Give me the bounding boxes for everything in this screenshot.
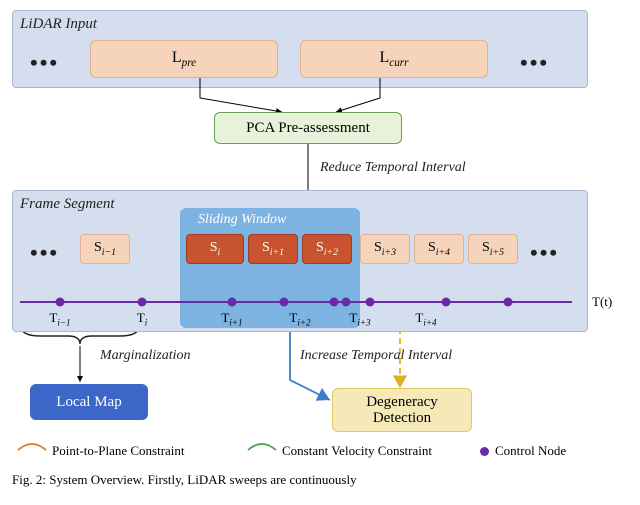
label: Local Map	[56, 394, 121, 411]
label: Si+1	[262, 240, 284, 258]
legend-ptp: Point-to-Plane Constraint	[52, 443, 185, 459]
label: Degeneracy	[366, 394, 438, 411]
figure-number: Fig. 2:	[12, 472, 46, 487]
figure-caption: Fig. 2: System Overview. Firstly, LiDAR …	[12, 472, 622, 488]
control-node	[228, 298, 237, 307]
local-map-box: Local Map	[30, 384, 148, 420]
segment-box: Si+5	[468, 234, 518, 264]
lidar-frame-pre: Lpre	[90, 40, 278, 78]
segment-box: Si−1	[80, 234, 130, 264]
ellipsis-icon: •••	[30, 50, 59, 76]
ellipsis-icon: •••	[530, 240, 559, 266]
control-node	[504, 298, 513, 307]
ellipsis-icon: •••	[30, 240, 59, 266]
sliding-window-label: Sliding Window	[198, 212, 286, 228]
label: Si+4	[428, 240, 450, 258]
tick-label: Ti+3	[349, 310, 370, 328]
label: Si−1	[94, 240, 116, 258]
legend-cn: Control Node	[480, 443, 566, 459]
label: Lpre	[172, 49, 196, 69]
timeline-label: T(t)	[592, 294, 612, 310]
caption-text: System Overview. Firstly, LiDAR sweeps a…	[46, 472, 357, 487]
label: Si+5	[482, 240, 504, 258]
control-node	[56, 298, 65, 307]
tick-label: Ti+2	[289, 310, 310, 328]
segment-box: Si+3	[360, 234, 410, 264]
control-node	[138, 298, 147, 307]
segment-box-active: Si+1	[248, 234, 298, 264]
legend-cvc: Constant Velocity Constraint	[282, 443, 432, 459]
control-node	[330, 298, 339, 307]
segment-box-active: Si+2	[302, 234, 352, 264]
increase-interval-label: Increase Temporal Interval	[300, 348, 452, 364]
label: Si+3	[374, 240, 396, 258]
timeline-axis	[20, 301, 572, 303]
control-node	[366, 298, 375, 307]
tick-label: Ti	[137, 310, 147, 328]
segment-box: Si+4	[414, 234, 464, 264]
control-node	[280, 298, 289, 307]
marginalization-label: Marginalization	[100, 348, 191, 364]
lidar-input-title: LiDAR Input	[20, 16, 97, 33]
reduce-interval-label: Reduce Temporal Interval	[320, 160, 466, 176]
frame-segment-title: Frame Segment	[20, 196, 115, 213]
tick-label: Ti+1	[221, 310, 242, 328]
control-node	[342, 298, 351, 307]
label: Si	[210, 240, 221, 258]
ellipsis-icon: •••	[520, 50, 549, 76]
control-node	[442, 298, 451, 307]
control-node-icon	[480, 447, 489, 456]
pca-preassessment-box: PCA Pre-assessment	[214, 112, 402, 144]
tick-label: Ti−1	[49, 310, 70, 328]
label: Detection	[373, 410, 431, 427]
degeneracy-detection-box: Degeneracy Detection	[332, 388, 472, 432]
label: Si+2	[316, 240, 338, 258]
label: PCA Pre-assessment	[246, 120, 370, 137]
lidar-frame-curr: Lcurr	[300, 40, 488, 78]
segment-box-active: Si	[186, 234, 244, 264]
label: Lcurr	[379, 49, 408, 69]
tick-label: Ti+4	[415, 310, 436, 328]
